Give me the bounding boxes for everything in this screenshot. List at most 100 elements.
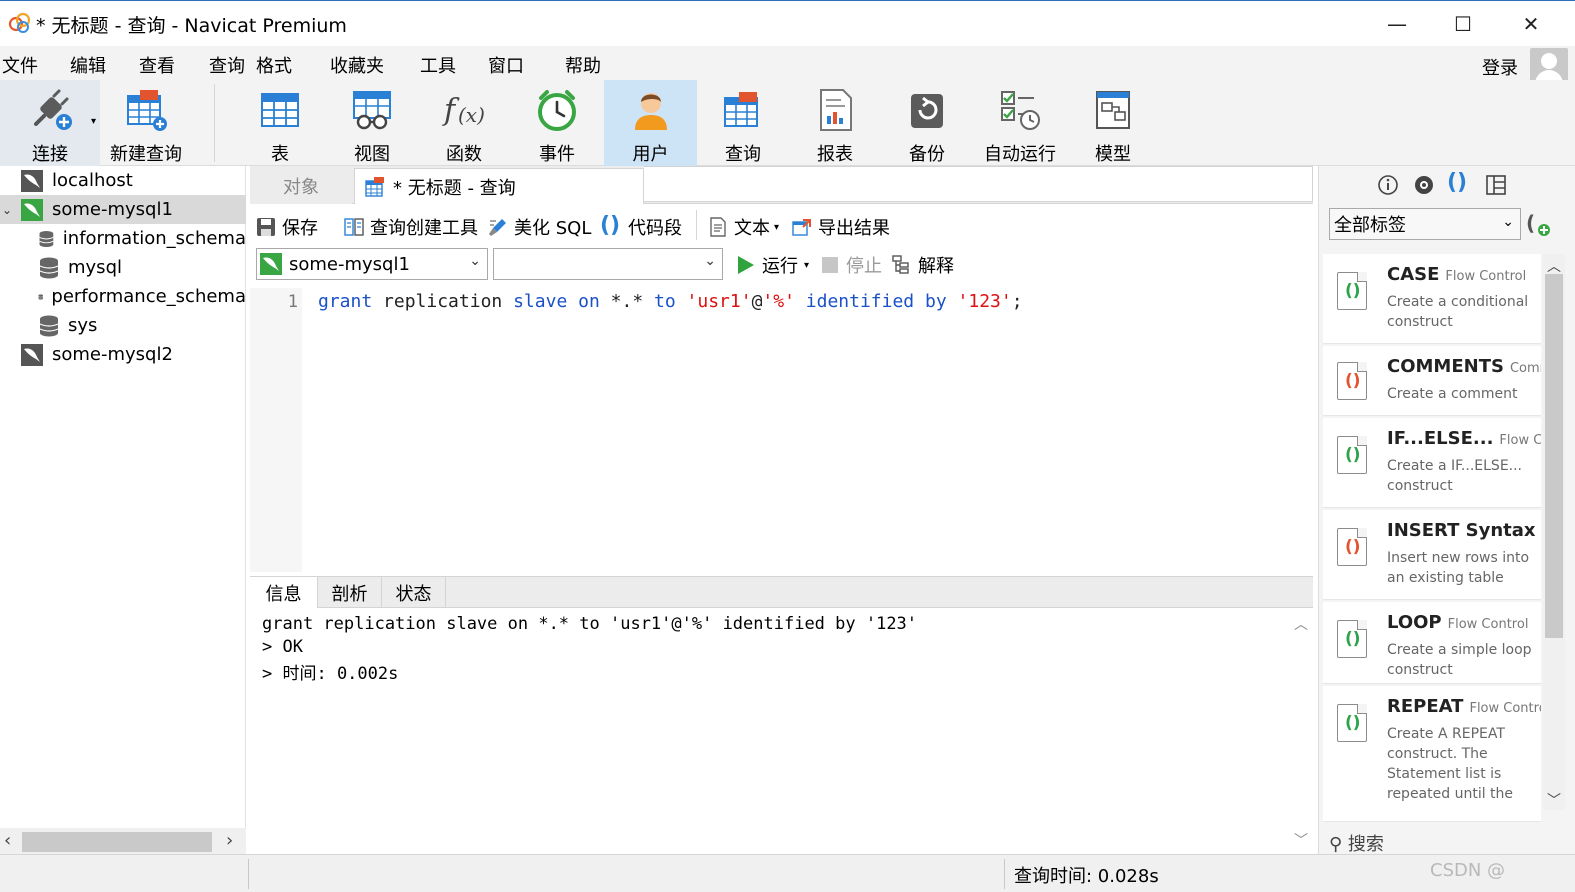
sql-token: identified [805, 291, 915, 312]
menu-favorites[interactable]: 收藏夹 [330, 52, 384, 78]
code-snippet-label: 代码段 [628, 218, 682, 239]
sql-token: '%' [762, 291, 795, 312]
toolbar-connect-button[interactable]: 连接 [0, 80, 100, 166]
tag-filter-select[interactable]: 全部标签 ⌄ [1329, 208, 1521, 240]
minimize-button[interactable]: — [1374, 7, 1420, 41]
save-button[interactable]: 保存 [256, 214, 318, 240]
sql-token: @ [751, 291, 763, 312]
scroll-up-icon[interactable]: ︿ [1547, 256, 1561, 276]
menu-file[interactable]: 文件 [2, 52, 38, 78]
close-button[interactable]: ✕ [1508, 7, 1554, 41]
tab-objects[interactable]: 对象 [250, 168, 352, 204]
tree-node-some-mysql2[interactable]: some-mysql2 [0, 340, 246, 369]
tree-node-some-mysql1[interactable]: ⌄ some-mysql1 [0, 195, 246, 224]
text-button[interactable]: 文本 ▾ [708, 214, 779, 240]
database-icon [39, 315, 59, 336]
scroll-down-icon[interactable]: ﹀ [1547, 790, 1561, 810]
menu-view[interactable]: 查看 [139, 52, 175, 78]
preview-eye-icon[interactable] [1413, 174, 1435, 196]
connect-plug-icon [34, 89, 72, 130]
toolbar-view-button[interactable]: 视图 [326, 80, 418, 166]
toolbar-model-button[interactable]: 模型 [1067, 80, 1159, 166]
maximize-button[interactable]: ☐ [1440, 7, 1486, 41]
tab-profile[interactable]: 剖析 [318, 577, 382, 608]
export-results-button[interactable]: 导出结果 [792, 214, 890, 240]
query-builder-button[interactable]: 查询创建工具 [344, 214, 478, 240]
connect-dropdown-icon[interactable]: ▾ [91, 116, 96, 127]
message-output: grant replication slave on *.* to 'usr1'… [250, 608, 1313, 854]
scrollbar-thumb[interactable] [1545, 274, 1563, 638]
toolbar-user-button[interactable]: 用户 [604, 80, 697, 166]
scroll-right-icon[interactable]: › [226, 830, 233, 851]
toolbar-backup-button[interactable]: 备份 [881, 80, 973, 166]
expanded-chevron-icon[interactable]: ⌄ [2, 203, 16, 217]
sql-token: 'usr1' [686, 291, 752, 312]
toolbar-user-label: 用户 [632, 144, 669, 165]
toolbar-function-button[interactable]: f (x) 函数 [418, 80, 510, 166]
snippet-item[interactable]: () COMMENTS Comm Create a comment [1323, 346, 1541, 416]
tree-horizontal-scrollbar[interactable]: ‹ › [0, 828, 246, 854]
snippet-item[interactable]: () IF...ELSE... Flow Contr Create a IF...EL… [1323, 418, 1541, 508]
tree-node-performance-schema[interactable]: performance_schema [0, 282, 246, 311]
scroll-down-icon[interactable]: ﹀ [1294, 830, 1308, 850]
connection-select[interactable]: some-mysql1 ⌄ [256, 248, 488, 280]
snippet-document-icon: () [1337, 704, 1367, 742]
snippet-search[interactable]: ⚲ 搜索 [1329, 830, 1384, 856]
menu-window[interactable]: 窗口 [488, 52, 524, 78]
stop-button[interactable]: 停止 [822, 252, 882, 278]
code-snippet-button[interactable]: () 代码段 [600, 214, 682, 240]
snippet-parentheses-icon: () [600, 213, 621, 238]
tab-query[interactable]: * 无标题 - 查询 [354, 168, 644, 204]
snippet-description: Insert new rows into an existing table [1387, 550, 1530, 586]
run-button[interactable]: 运行 ▾ [738, 252, 809, 278]
menu-edit[interactable]: 编辑 [70, 52, 106, 78]
tree-node-localhost[interactable]: localhost [0, 166, 246, 195]
sql-code-line[interactable]: grant replication slave on *.* to 'usr1'… [318, 291, 1023, 312]
toolbar-report-button[interactable]: 报表 [789, 80, 881, 166]
output-line: > 时间: 0.002s [262, 664, 399, 684]
snippet-item[interactable]: () LOOP Flow Control Create a simple loop c… [1323, 602, 1541, 684]
sql-token: slave [513, 291, 568, 312]
database-select[interactable]: ⌄ [493, 248, 723, 280]
beautify-sql-button[interactable]: 美化 SQL [488, 214, 591, 240]
info-icon[interactable] [1377, 174, 1399, 196]
toolbar-query-button[interactable]: 查询 [697, 80, 789, 166]
snippet-search-placeholder: 搜索 [1347, 834, 1384, 855]
explain-button[interactable]: 解释 [892, 252, 954, 278]
layout-grid-icon[interactable] [1485, 174, 1507, 196]
text-dropdown-icon[interactable]: ▾ [774, 222, 779, 233]
csdn-watermark: CSDN @ [1430, 860, 1506, 881]
scrollbar-thumb[interactable] [22, 832, 212, 852]
new-snippet-icon[interactable]: ( [1525, 210, 1553, 238]
toolbar-event-button[interactable]: 事件 [510, 80, 604, 166]
scroll-left-icon[interactable]: ‹ [4, 830, 11, 851]
result-tabs: 信息 剖析 状态 [250, 576, 1313, 608]
tab-info[interactable]: 信息 [250, 577, 318, 608]
menu-format[interactable]: 格式 [256, 52, 292, 78]
tree-node-sys[interactable]: sys [0, 311, 246, 340]
database-icon [39, 257, 59, 278]
snippet-item[interactable]: () REPEAT Flow Control Create A REPEAT cons… [1323, 686, 1541, 822]
snippet-parentheses-icon[interactable]: () [1447, 170, 1469, 195]
menu-tools[interactable]: 工具 [420, 52, 456, 78]
run-dropdown-icon[interactable]: ▾ [804, 260, 809, 271]
sql-editor[interactable]: 1 grant replication slave on *.* to 'usr… [250, 288, 1313, 572]
toolbar-new-query-button[interactable]: 新建查询 [102, 80, 190, 166]
sql-token: '123' [957, 291, 1012, 312]
output-line: grant replication slave on *.* to 'usr1'… [262, 614, 918, 634]
menu-help[interactable]: 帮助 [565, 52, 601, 78]
snippet-item[interactable]: () INSERT SyntaxDM Insert new rows into an… [1323, 510, 1541, 600]
toolbar-table-button[interactable]: 表 [234, 80, 326, 166]
toolbar-automation-button[interactable]: 自动运行 [973, 80, 1067, 166]
tree-node-mysql[interactable]: mysql [0, 253, 246, 282]
scroll-up-icon[interactable]: ︿ [1294, 614, 1308, 634]
snippet-vertical-scrollbar[interactable]: ︿ ﹀ [1543, 254, 1565, 810]
output-vertical-scrollbar[interactable]: ︿ ﹀ [1289, 608, 1313, 854]
tree-node-information-schema[interactable]: information_schema [0, 224, 246, 253]
tab-status[interactable]: 状态 [382, 577, 446, 608]
snippet-item[interactable]: () CASE Flow Control Create a conditional c… [1323, 254, 1541, 344]
menu-query[interactable]: 查询 [209, 52, 245, 78]
toolbar-event-label: 事件 [539, 144, 575, 165]
login-link[interactable]: 登录 [1482, 54, 1518, 80]
